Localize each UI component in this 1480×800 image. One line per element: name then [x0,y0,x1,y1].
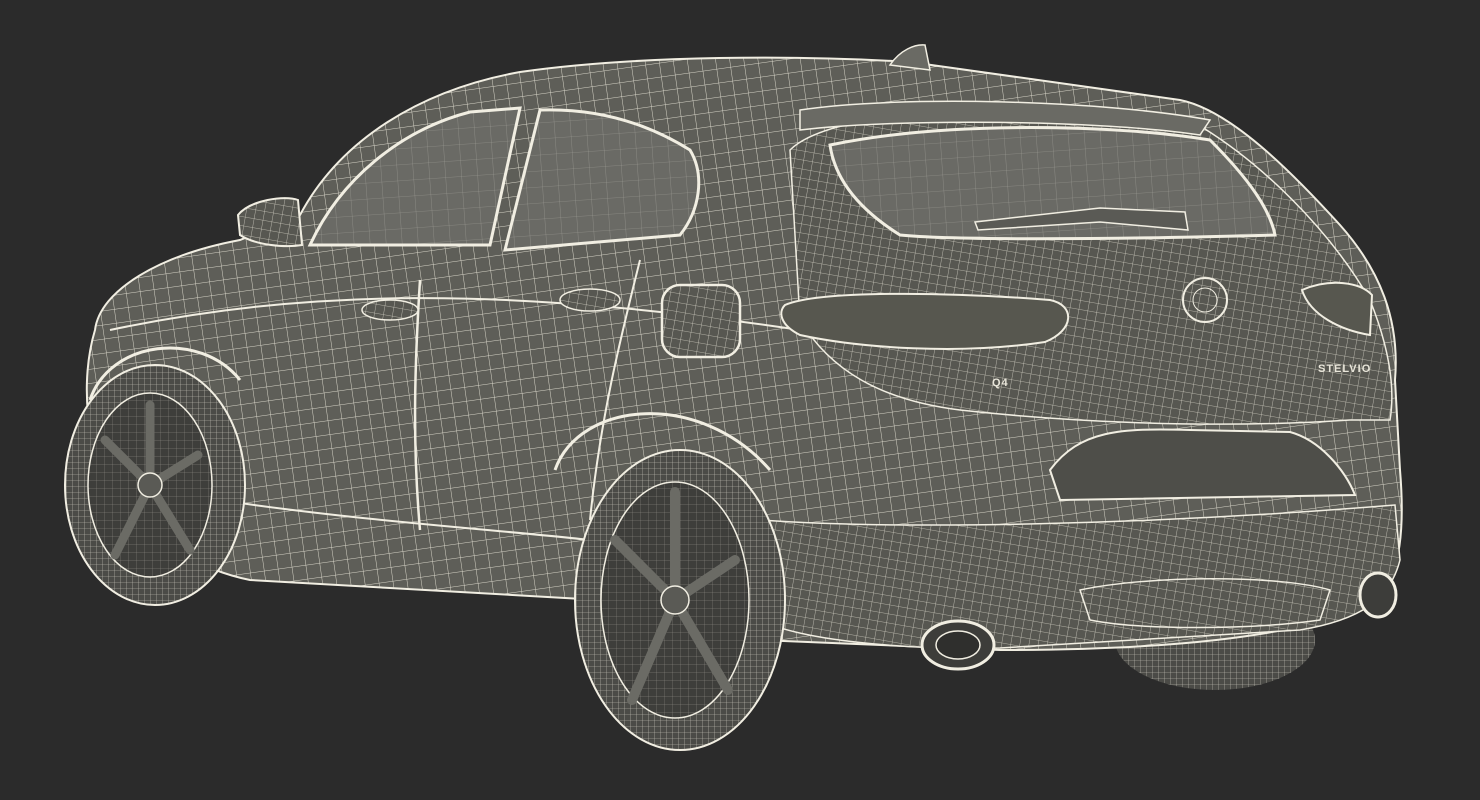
svg-text:Q4: Q4 [992,377,1009,389]
front-wheel [64,364,246,606]
awd-badge: Q4 [992,377,1009,389]
license-plate-recess [1048,428,1357,502]
rear-diffuser [1079,578,1331,629]
model-badge: STELVIO [1318,363,1371,375]
model-badge-text: STELVIO [1318,363,1371,375]
rear-wheel [574,449,786,751]
fuel-cap [660,283,742,359]
side-mirror [236,197,304,248]
rear-window [828,126,1277,241]
car-wireframe-render: Q4 STELVIO [64,44,1403,751]
render-viewport: Q4 STELVIO [0,0,1480,800]
rear-emblem [1182,277,1228,323]
